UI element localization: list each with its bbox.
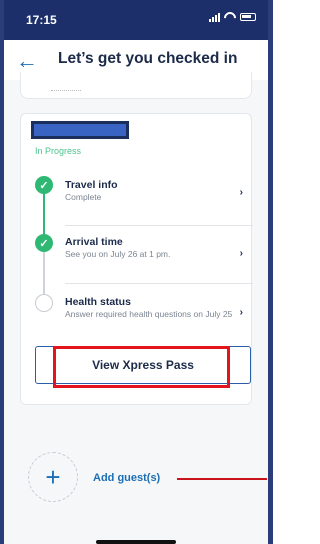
chevron-right-icon: › — [239, 187, 243, 198]
step-divider — [65, 225, 253, 226]
back-arrow-icon[interactable]: ← — [16, 48, 38, 74]
checkin-card: In Progress ✓ Travel info Complete › ✓ A… — [20, 113, 253, 405]
chevron-right-icon: › — [239, 307, 243, 318]
add-guest-button[interactable]: + — [28, 452, 78, 502]
home-indicator — [96, 540, 176, 544]
device-frame-right — [268, 0, 273, 544]
status-icons — [209, 12, 256, 22]
chevron-right-icon: › — [239, 248, 243, 259]
annotation-arrow-line — [177, 478, 267, 480]
step-divider — [65, 283, 253, 284]
step-subtitle: Complete — [65, 192, 102, 202]
incomplete-step-icon — [35, 294, 53, 312]
signal-icon — [209, 12, 220, 22]
add-guest-link[interactable]: Add guest(s) — [93, 472, 160, 484]
page-title: Let’s get you checked in — [58, 50, 238, 67]
battery-icon — [240, 13, 256, 21]
checkmark-icon: ✓ — [35, 176, 53, 194]
plus-icon: + — [45, 461, 61, 492]
redacted-name — [31, 121, 129, 139]
previous-card — [20, 72, 252, 99]
status-time: 17:15 — [26, 13, 57, 27]
step-subtitle: See you on July 26 at 1 pm. — [65, 249, 171, 259]
card-text-fragment — [51, 90, 81, 93]
view-xpress-pass-button[interactable]: View Xpress Pass — [35, 346, 251, 384]
step-subtitle: Answer required health questions on July… — [65, 309, 233, 319]
step-title: Travel info — [65, 179, 118, 191]
status-bar: 17:15 — [4, 0, 268, 40]
step-title: Health status — [65, 296, 131, 308]
status-label: In Progress — [35, 146, 82, 156]
wifi-icon — [224, 12, 236, 22]
step-title: Arrival time — [65, 236, 123, 248]
checkmark-icon: ✓ — [35, 234, 53, 252]
